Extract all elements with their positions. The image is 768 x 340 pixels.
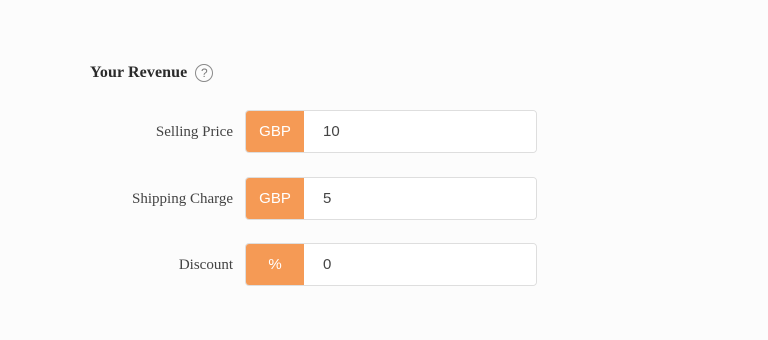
selling-price-label: Selling Price (155, 123, 233, 140)
discount-row: Discount % (0, 243, 768, 287)
selling-price-row: Selling Price GBP (0, 110, 768, 154)
help-question-icon[interactable]: ? (195, 64, 214, 82)
selling-price-input-group: GBP (245, 110, 537, 153)
discount-input[interactable] (304, 244, 536, 285)
selling-price-input[interactable] (304, 111, 536, 152)
shipping-charge-currency-addon: GBP (246, 178, 304, 219)
shipping-charge-input[interactable] (304, 178, 536, 219)
shipping-charge-label: Shipping Charge (132, 190, 233, 207)
selling-price-currency-addon: GBP (246, 111, 304, 152)
section-title: Your Revenue (90, 64, 188, 81)
shipping-charge-row: Shipping Charge GBP (0, 177, 768, 221)
discount-input-group: % (245, 243, 537, 286)
discount-percent-addon: % (246, 244, 304, 285)
revenue-section-header: Your Revenue ? (90, 62, 214, 84)
shipping-charge-input-group: GBP (245, 177, 537, 220)
discount-label: Discount (178, 256, 233, 273)
